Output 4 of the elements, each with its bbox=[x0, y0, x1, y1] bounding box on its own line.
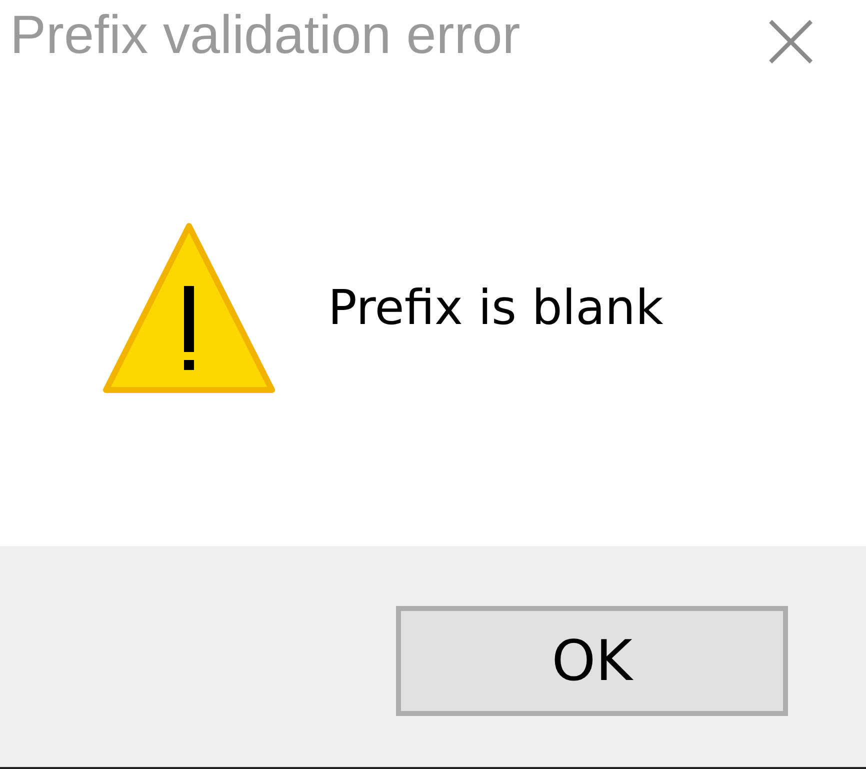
warning-icon bbox=[102, 222, 276, 394]
window-title: Prefix validation error bbox=[10, 6, 520, 66]
message-text: Prefix is blank bbox=[328, 280, 664, 336]
ok-button[interactable]: OK bbox=[396, 606, 788, 716]
